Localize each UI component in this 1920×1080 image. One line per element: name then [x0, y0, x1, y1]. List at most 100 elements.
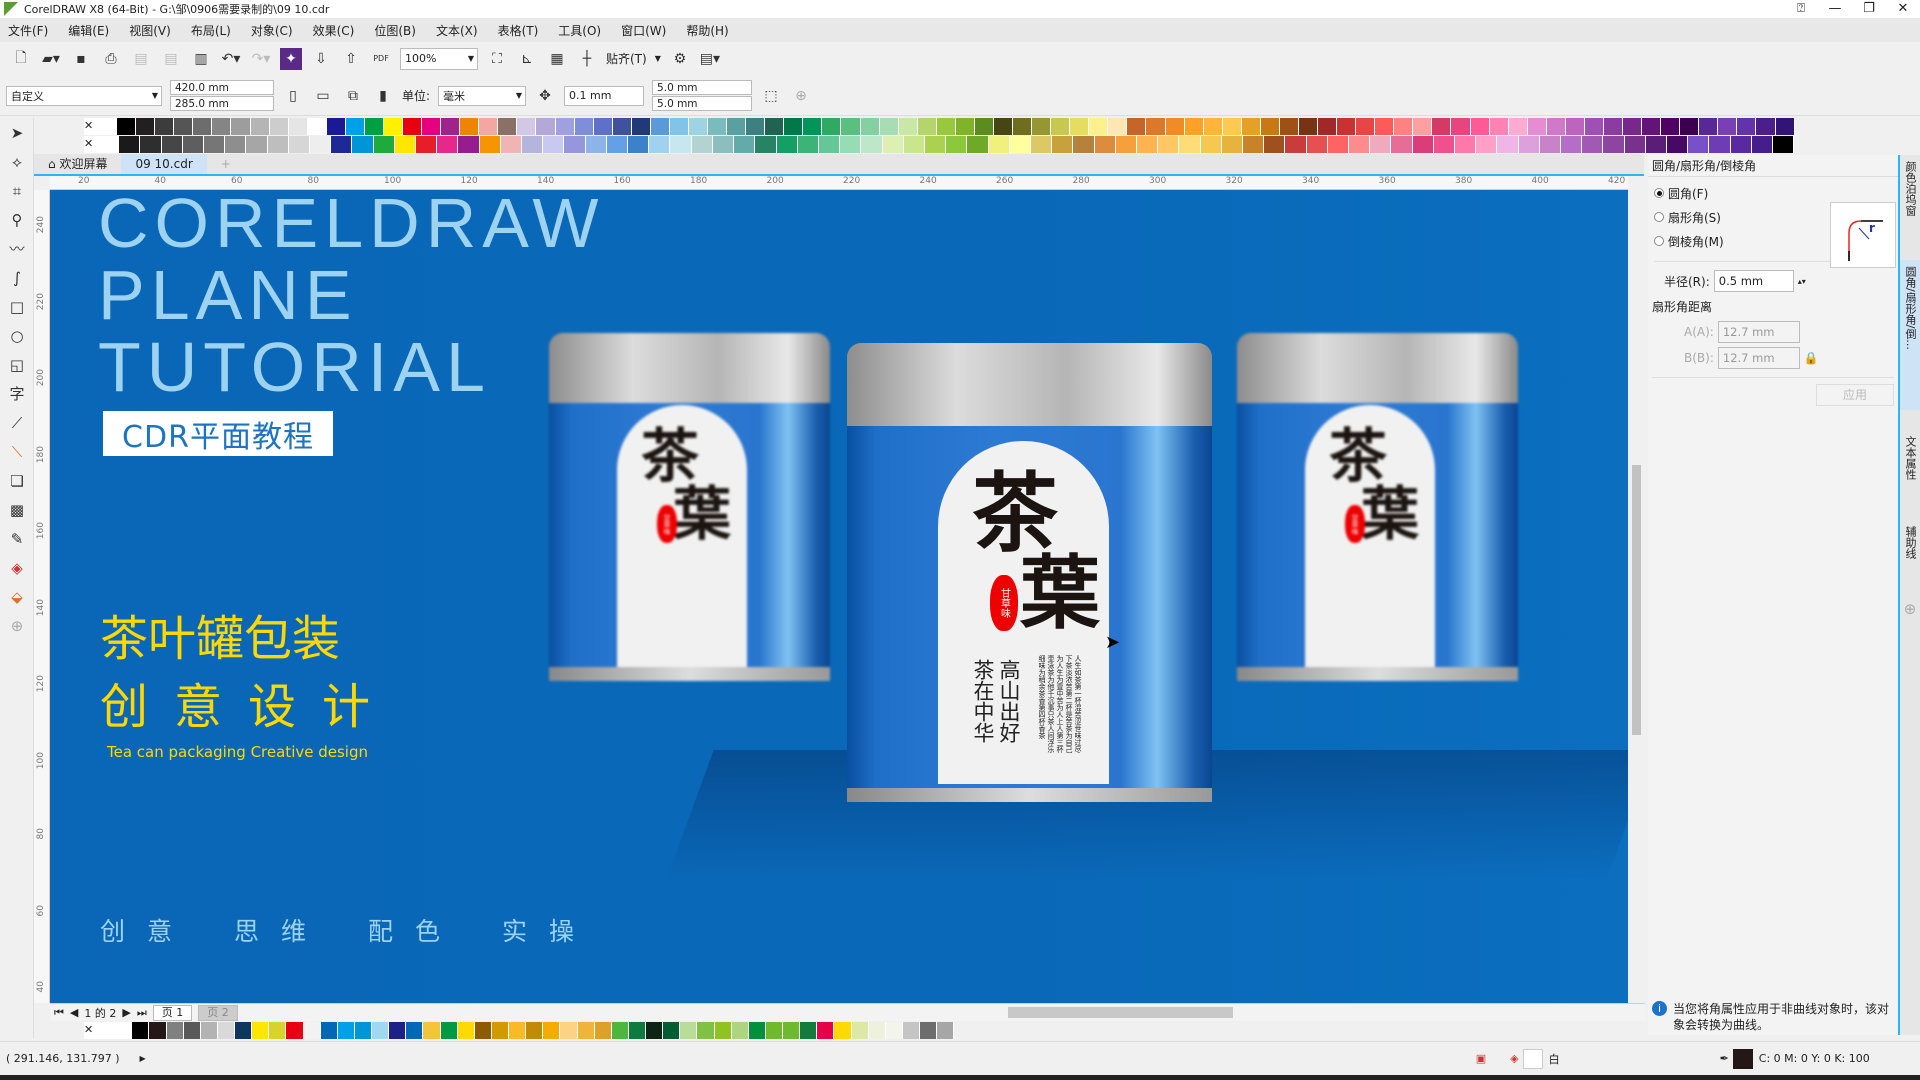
color-swatch[interactable]: [646, 1022, 664, 1039]
color-swatch[interactable]: [536, 118, 556, 135]
color-swatch[interactable]: [1337, 118, 1357, 135]
lock-icon[interactable]: 🔒: [1804, 351, 1819, 365]
color-swatch[interactable]: [1455, 136, 1477, 153]
color-swatch[interactable]: [1165, 118, 1185, 135]
units-combo[interactable]: 毫米 ▼: [438, 85, 527, 106]
color-swatch[interactable]: [1546, 118, 1566, 135]
tab-document[interactable]: 09 10.cdr: [121, 154, 207, 174]
color-swatch[interactable]: [1394, 118, 1414, 135]
duplicate-y-field[interactable]: 5.0 mm: [652, 96, 753, 111]
color-swatch[interactable]: [458, 136, 480, 153]
current-page-icon[interactable]: ▮: [372, 85, 394, 107]
color-swatch[interactable]: [1623, 118, 1643, 135]
color-swatch[interactable]: [1497, 136, 1519, 153]
color-swatch[interactable]: [354, 1022, 372, 1039]
color-swatch[interactable]: [252, 1022, 270, 1039]
color-swatch[interactable]: [797, 136, 819, 153]
color-swatch[interactable]: [1489, 118, 1509, 135]
radio-button[interactable]: [1654, 212, 1664, 222]
color-swatch[interactable]: [555, 118, 575, 135]
color-swatch[interactable]: [200, 1022, 218, 1039]
color-swatch[interactable]: [1242, 136, 1265, 153]
color-swatch[interactable]: [1356, 118, 1376, 135]
color-swatch[interactable]: [1146, 118, 1166, 135]
distance-a-input[interactable]: 12.7 mm: [1717, 321, 1800, 343]
color-swatch[interactable]: [1052, 136, 1074, 153]
color-swatch[interactable]: [902, 1022, 920, 1039]
last-page-icon[interactable]: ⏭: [137, 1006, 147, 1020]
color-swatch[interactable]: [389, 1022, 407, 1039]
cut-icon[interactable]: ▤: [130, 48, 152, 70]
drawing-canvas[interactable]: CORELDRAW PLANE TUTORIAL CDR平面教程 茶叶罐包装 创…: [50, 190, 1628, 1003]
color-swatch[interactable]: [140, 136, 162, 153]
color-swatch[interactable]: [161, 136, 183, 153]
menu-object[interactable]: 对象(C): [251, 22, 293, 39]
color-swatch[interactable]: [1773, 136, 1795, 153]
color-swatch[interactable]: [1089, 118, 1109, 135]
scroll-thumb[interactable]: [1632, 465, 1641, 735]
color-swatch[interactable]: [498, 118, 518, 135]
color-swatch[interactable]: [574, 118, 594, 135]
color-swatch[interactable]: [1582, 136, 1604, 153]
horizontal-scrollbar[interactable]: [853, 1005, 1623, 1019]
color-swatch[interactable]: [1264, 136, 1286, 153]
connector-tool-icon[interactable]: ⟍: [0, 437, 34, 466]
color-swatch[interactable]: [851, 1022, 869, 1039]
color-swatch[interactable]: [326, 118, 346, 135]
restore-button[interactable]: ❐: [1852, 0, 1886, 18]
color-swatch[interactable]: [1470, 118, 1490, 135]
redo-icon[interactable]: ↷▾: [250, 48, 272, 70]
color-swatch[interactable]: [708, 118, 728, 135]
color-swatch[interactable]: [246, 136, 268, 153]
color-swatch[interactable]: [509, 1022, 527, 1039]
color-swatch[interactable]: [1451, 118, 1471, 135]
color-swatch[interactable]: [1718, 118, 1738, 135]
all-pages-icon[interactable]: ⧉: [342, 85, 364, 107]
landscape-icon[interactable]: ▭: [312, 85, 334, 107]
color-swatch[interactable]: [1222, 118, 1242, 135]
color-swatch[interactable]: [98, 118, 118, 135]
color-swatch[interactable]: [372, 1022, 390, 1039]
color-swatch[interactable]: [746, 118, 766, 135]
save-icon[interactable]: ▪: [70, 48, 92, 70]
color-swatch[interactable]: [1221, 136, 1243, 153]
color-swatch[interactable]: [680, 1022, 698, 1039]
color-swatch[interactable]: [628, 1022, 646, 1039]
color-swatch[interactable]: [303, 1022, 321, 1039]
open-folder-icon[interactable]: ▰▾: [40, 48, 62, 70]
color-swatch[interactable]: [204, 136, 226, 153]
page-tab-2[interactable]: 页 2: [198, 1004, 238, 1021]
color-swatch[interactable]: [1032, 118, 1052, 135]
no-color-swatch[interactable]: ✕: [84, 136, 98, 153]
color-swatch[interactable]: [1688, 136, 1710, 153]
color-swatch[interactable]: [437, 136, 459, 153]
color-swatch[interactable]: [1603, 118, 1623, 135]
color-swatch[interactable]: [1433, 136, 1455, 153]
interactive-fill-icon[interactable]: ◈: [0, 553, 34, 582]
color-swatch[interactable]: [403, 118, 423, 135]
color-swatch[interactable]: [946, 136, 968, 153]
color-swatch[interactable]: [993, 118, 1013, 135]
freehand-tool-icon[interactable]: 〰: [0, 234, 34, 263]
color-swatch[interactable]: [1775, 118, 1795, 135]
color-swatch[interactable]: [267, 136, 289, 153]
color-swatch[interactable]: [1412, 136, 1434, 153]
side-tab-guidelines[interactable]: 辅助线: [1900, 520, 1920, 600]
color-swatch[interactable]: [803, 118, 823, 135]
color-swatch[interactable]: [955, 118, 975, 135]
color-swatch[interactable]: [748, 1022, 766, 1039]
color-swatch[interactable]: [885, 1022, 903, 1039]
color-swatch[interactable]: [406, 1022, 424, 1039]
color-swatch[interactable]: [1013, 118, 1033, 135]
color-swatch[interactable]: [834, 1022, 852, 1039]
polygon-tool-icon[interactable]: ◱: [0, 350, 34, 379]
color-swatch[interactable]: [593, 118, 613, 135]
show-guidelines-icon[interactable]: ┼: [576, 48, 598, 70]
color-swatch[interactable]: [422, 118, 442, 135]
color-swatch[interactable]: [1115, 136, 1137, 153]
color-swatch[interactable]: [331, 136, 353, 153]
color-swatch[interactable]: [1584, 118, 1604, 135]
color-swatch[interactable]: [917, 118, 937, 135]
color-swatch[interactable]: [1476, 136, 1498, 153]
color-swatch[interactable]: [457, 1022, 475, 1039]
